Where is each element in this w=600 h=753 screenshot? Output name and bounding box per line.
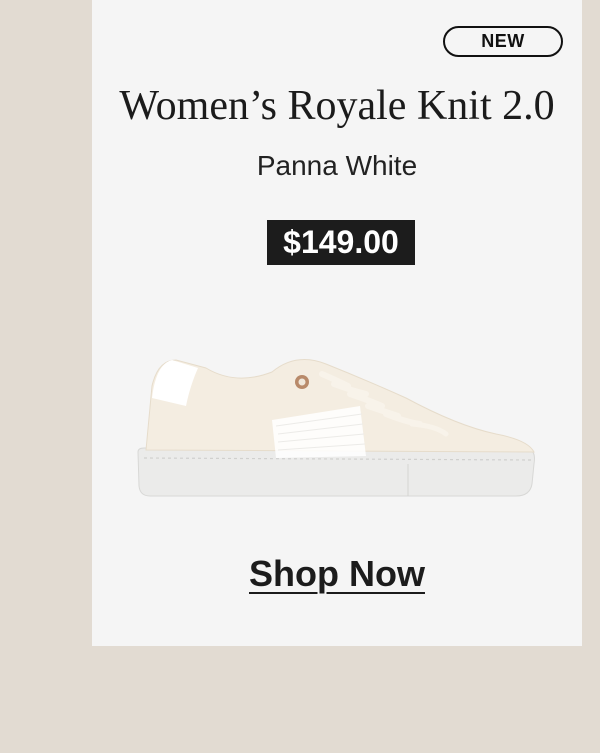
sneaker-image[interactable]	[136, 346, 538, 506]
product-card[interactable]: NEW Women’s Royale Knit 2.0 Panna White …	[92, 0, 582, 646]
new-badge: NEW	[443, 26, 563, 57]
price-tag: $149.00	[267, 220, 415, 265]
shop-now-button[interactable]: Shop Now	[92, 553, 582, 595]
product-title: Women’s Royale Knit 2.0	[119, 83, 555, 129]
product-color: Panna White	[256, 150, 418, 181]
